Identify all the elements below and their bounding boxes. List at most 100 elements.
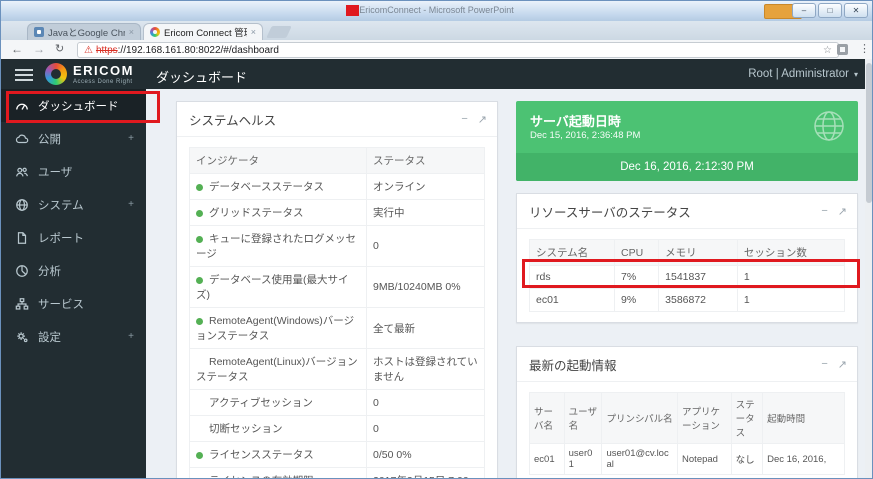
bookmark-star-icon[interactable]: ☆	[823, 45, 832, 56]
indicator-label: データベース使用量(最大サイズ)	[196, 274, 348, 301]
sidebar-item-settings[interactable]: 設定 +	[1, 320, 146, 353]
url-scheme: https	[96, 45, 118, 56]
status-dot	[196, 236, 203, 243]
column-header: 起動時間	[763, 393, 845, 444]
sitemap-icon	[15, 297, 29, 311]
window-minimize-button[interactable]: –	[792, 3, 816, 18]
system-health-panel: システムヘルス − ↗ インジケータ ステータス データベースステータスオンライ…	[176, 101, 498, 479]
expand-button[interactable]: ↗	[838, 358, 847, 371]
table-row: ec01 user01 user01@cv.local Notepad なし D…	[530, 444, 845, 475]
page-title: ダッシュボード	[156, 67, 247, 86]
indicator-label: ライセンスステータス	[209, 449, 314, 461]
health-row: データベース使用量(最大サイズ)9MB/10240MB 0%	[190, 267, 485, 308]
logo-tagline: Access Done Right	[73, 79, 134, 85]
uptime-title: サーバ起動日時	[530, 111, 621, 130]
sidebar-item-label: 分析	[38, 263, 61, 279]
health-row: RemoteAgent(Linux)バージョンステータスホストは登録されていませ…	[190, 349, 485, 390]
sidebar-item-reports[interactable]: レポート	[1, 221, 146, 254]
screenshot-root: EricomConnect - Microsoft PowerPoint – □…	[0, 0, 873, 479]
health-row: RemoteAgent(Windows)バージョンステータス全て最新	[190, 308, 485, 349]
forward-button[interactable]: →	[33, 42, 45, 56]
url-text: ://192.168.161.80:8022/#/dashboard	[118, 45, 279, 56]
page-scrollbar[interactable]	[865, 59, 873, 478]
sidebar-item-users[interactable]: ユーザ	[1, 155, 146, 188]
panel-title: リソースサーバのステータス	[529, 202, 821, 221]
status-dot	[196, 184, 203, 191]
browser-tab-ericom[interactable]: Ericom Connect 管理コ ×	[143, 23, 263, 40]
window-restore-button[interactable]: □	[818, 3, 842, 18]
app-header: ERICOM Access Done Right ダッシュボード Root | …	[1, 59, 872, 89]
window-close-button[interactable]: ✕	[844, 3, 868, 18]
scrollbar-thumb[interactable]	[866, 63, 872, 203]
health-row: アクティブセッション 0	[190, 390, 485, 416]
status-dot	[196, 277, 203, 284]
column-header: インジケータ	[190, 148, 367, 174]
cloud-icon	[15, 132, 29, 146]
collapse-button[interactable]: −	[461, 113, 467, 126]
indicator-label: グリッドステータス	[209, 207, 304, 219]
window-title: EricomConnect - Microsoft PowerPoint	[1, 5, 872, 15]
column-header: サーバ名	[530, 393, 565, 444]
expand-plus-icon: +	[128, 133, 134, 144]
status-value: オンライン	[367, 174, 485, 200]
sidebar-item-services[interactable]: サービス	[1, 287, 146, 320]
sidebar-item-label: サービス	[38, 296, 84, 312]
collapse-button[interactable]: −	[821, 358, 827, 371]
cell-cpu: 9%	[615, 289, 659, 312]
browser-menu-icon[interactable]: ⋮	[859, 42, 870, 55]
annotation-box-rds-row	[522, 259, 860, 288]
indicator-label: RemoteAgent(Windows)バージョンステータス	[196, 315, 354, 342]
health-row: 切断セッション0	[190, 416, 485, 442]
new-tab-button[interactable]	[266, 26, 292, 38]
collapse-button[interactable]: −	[821, 205, 827, 218]
sidebar-item-system[interactable]: システム +	[1, 188, 146, 221]
table-row: ec01 9% 3586872 1	[530, 289, 845, 312]
cell-memory: 3586872	[659, 289, 738, 312]
status-value: 0	[367, 226, 485, 267]
tab-close-icon[interactable]: ×	[251, 27, 256, 37]
globe-icon	[812, 109, 846, 148]
reload-button[interactable]: ↻	[55, 42, 64, 55]
health-row: データベースステータス オンライン	[190, 174, 485, 200]
tab-label: JavaとGoogle Chrome	[48, 25, 125, 39]
browser-tab-java[interactable]: JavaとGoogle Chrome ×	[27, 23, 141, 40]
column-header: ステータス	[731, 393, 763, 444]
latest-sessions-table: サーバ名 ユーザ名 プリンシパル名 アプリケーション ステータス 起動時間 ec…	[529, 392, 845, 475]
expand-button[interactable]: ↗	[838, 205, 847, 218]
sidebar-item-publish[interactable]: 公開 +	[1, 122, 146, 155]
health-row: キューに登録されたログメッセージ 0	[190, 226, 485, 267]
cell-status: なし	[731, 444, 763, 475]
extension-icon[interactable]	[837, 44, 848, 55]
chevron-down-icon: ▾	[854, 70, 858, 79]
indicator-label: 切断セッション	[209, 423, 283, 435]
back-button[interactable]: ←	[11, 42, 23, 56]
status-dot	[196, 318, 203, 325]
expand-button[interactable]: ↗	[478, 113, 487, 126]
window-titlebar: EricomConnect - Microsoft PowerPoint – □…	[1, 1, 872, 22]
status-value: 0	[367, 390, 485, 416]
address-bar[interactable]: ⚠ https ://192.168.161.80:8022/#/dashboa…	[77, 42, 839, 58]
cell-principal: user01@cv.local	[602, 444, 678, 475]
status-value: 0/50 0%	[367, 442, 485, 468]
indicator-label: RemoteAgent(Linux)バージョンステータス	[196, 356, 358, 383]
browser-tabstrip: JavaとGoogle Chrome × Ericom Connect 管理コ …	[1, 21, 872, 40]
hamburger-menu-icon[interactable]	[15, 69, 33, 84]
sidebar-item-analysis[interactable]: 分析	[1, 254, 146, 287]
indicator-label: ライセンスの有効期限	[209, 475, 314, 479]
boot-time: Dec 15, 2016, 2:36:48 PM	[530, 130, 640, 141]
annotation-box-dashboard	[6, 91, 160, 123]
indicator-label: データベースステータス	[209, 181, 324, 193]
cell-start-time: Dec 16, 2016,	[763, 444, 845, 475]
indicator-label: アクティブセッション	[209, 397, 313, 409]
status-dot	[196, 452, 203, 459]
user-name: Root | Administrator	[748, 68, 849, 80]
user-menu[interactable]: Root | Administrator ▾	[748, 68, 858, 80]
tab-close-icon[interactable]: ×	[129, 27, 134, 37]
logo-title: ERICOM	[73, 64, 134, 77]
indicator-label: キューに登録されたログメッセージ	[196, 233, 356, 260]
sidebar-item-label: 公開	[38, 131, 61, 147]
ericom-logo[interactable]: ERICOM Access Done Right	[45, 63, 134, 85]
pie-chart-icon	[15, 264, 29, 278]
browser-toolbar: ← → ↻ ⚠ https ://192.168.161.80:8022/#/d…	[1, 40, 872, 60]
cell-system-name: ec01	[530, 289, 615, 312]
